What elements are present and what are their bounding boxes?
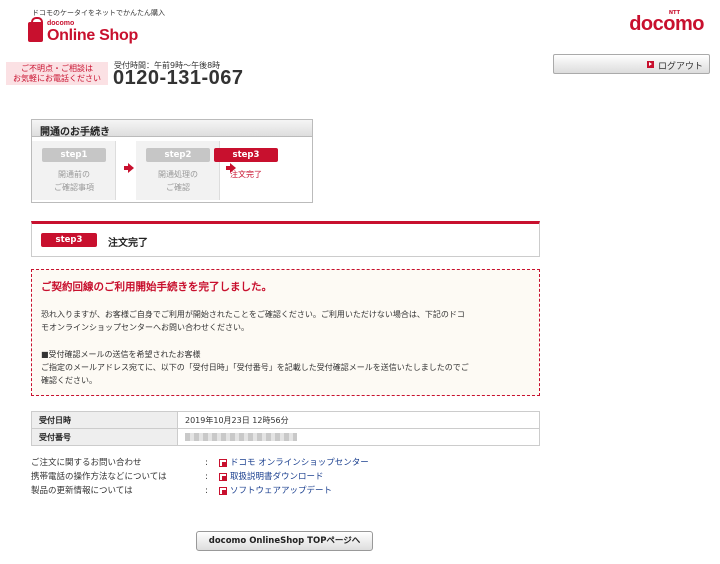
completion-paragraph-1: 恐れ入りますが、お客様ご自身でご利用が開始されたことをご確認ください。ご利用いた… xyxy=(41,308,535,334)
order-info-table: 受付日時 2019年10月23日 12時56分 受付番号 xyxy=(31,411,540,446)
completion-message: ご契約回線のご利用開始手続きを完了しました。 恐れ入りますが、お客様ご自身でご利… xyxy=(31,269,540,396)
step-3-text: 注文完了 xyxy=(204,168,288,181)
step-1-text: 開通前の ご確認事項 xyxy=(32,168,116,194)
step-3-line-1: 注文完了 xyxy=(230,170,262,179)
step-3: step3 注文完了 xyxy=(204,141,308,200)
online-shop-logo[interactable]: docomo Online Shop xyxy=(28,17,138,48)
step-1-line-1: 開通前の xyxy=(58,170,90,179)
link-manual-download[interactable]: 取扱説明書ダウンロード xyxy=(230,470,324,484)
colon: : xyxy=(205,486,208,496)
phone-number: 0120-131-067 xyxy=(113,67,244,89)
table-row: 受付日時 2019年10月23日 12時56分 xyxy=(31,411,540,429)
shopping-bag-icon xyxy=(28,17,43,42)
step-3-pill: step3 xyxy=(214,148,278,162)
colon: : xyxy=(205,472,208,482)
current-step-header: step3 注文完了 xyxy=(31,221,540,257)
table-row: 受付番号 xyxy=(31,428,540,446)
completion-heading: ご契約回線のご利用開始手続きを完了しました。 xyxy=(41,281,272,293)
contact-notice: ご不明点・ご相談は お気軽にお電話ください xyxy=(6,62,108,85)
logout-label: ログアウト xyxy=(658,62,704,72)
help-link-label: 製品の更新情報については xyxy=(31,486,133,496)
link-docomo-online-shop-center[interactable]: ドコモ オンラインショップセンター xyxy=(230,456,369,470)
tagline: ドコモのケータイをネットでかんたん購入 xyxy=(32,9,165,17)
para-2-line-3: 確認ください。 xyxy=(41,376,97,385)
arrow-right-icon xyxy=(647,61,654,68)
redacted-number xyxy=(185,433,297,441)
external-link-icon xyxy=(219,459,227,467)
top-page-button[interactable]: docomo OnlineShop TOPページへ xyxy=(196,531,373,551)
contact-line-1: ご不明点・ご相談は xyxy=(21,64,93,73)
date-value: 2019年10月23日 12時56分 xyxy=(177,411,540,429)
step-2-pill: step2 xyxy=(146,148,210,162)
step-1-line-2: ご確認事項 xyxy=(54,183,94,192)
help-link-label: 携帯電話の操作方法などについては xyxy=(31,472,167,482)
help-link-label: ご注文に関するお問い合わせ xyxy=(31,458,142,468)
colon: : xyxy=(205,458,208,468)
docomo-brand-logo[interactable]: NTT docomo xyxy=(629,10,704,36)
logo-online-shop-text: Online Shop xyxy=(47,27,138,44)
step-arrow-icon xyxy=(124,163,134,173)
number-value xyxy=(177,428,540,446)
date-label: 受付日時 xyxy=(31,411,178,429)
completion-paragraph-2: ■受付確認メールの送信を希望されたお客様 ご指定のメールアドレス宛てに、以下の「… xyxy=(41,348,535,387)
logo-docomo-text: docomo xyxy=(47,20,75,27)
logout-button[interactable]: ログアウト xyxy=(553,54,710,74)
external-link-icon xyxy=(219,473,227,481)
number-label: 受付番号 xyxy=(31,428,178,446)
current-step-title: 注文完了 xyxy=(108,238,148,249)
para-2-line-2: ご指定のメールアドレス宛てに、以下の「受付日時」「受付番号」を記載した受付確認メ… xyxy=(41,363,469,372)
brand-name-text: docomo xyxy=(629,13,704,35)
para-1-line-2: モオンラインショップセンターへお問い合わせください。 xyxy=(41,323,249,332)
external-link-icon xyxy=(219,487,227,495)
para-1-line-1: 恐れ入りますが、お客様ご自身でご利用が開始されたことをご確認ください。ご利用いた… xyxy=(41,310,465,319)
para-2-line-1: ■受付確認メールの送信を希望されたお客様 xyxy=(41,350,201,359)
step-1: step1 開通前の ご確認事項 xyxy=(32,141,116,200)
current-step-pill: step3 xyxy=(41,233,97,247)
link-software-update[interactable]: ソフトウェアアップデート xyxy=(230,484,332,498)
contact-line-2: お気軽にお電話ください xyxy=(13,74,101,83)
steps-panel: 開通のお手続き step1 開通前の ご確認事項 step2 開通処理の ご確認… xyxy=(31,119,313,203)
steps-title: 開通のお手続き xyxy=(32,120,312,138)
step-1-pill: step1 xyxy=(42,148,106,162)
